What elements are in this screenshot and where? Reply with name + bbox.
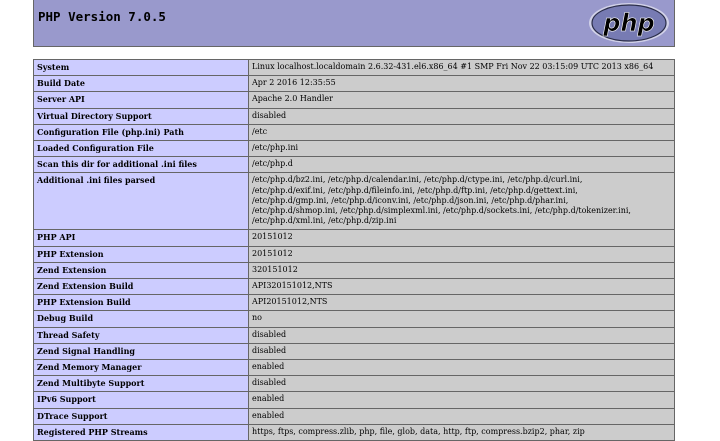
row-label: Scan this dir for additional .ini files	[33, 156, 249, 174]
table-row: Server API Apache 2.0 Handler	[33, 91, 675, 109]
row-value: Apr 2 2016 12:35:55	[248, 75, 675, 93]
row-value: disabled	[248, 342, 675, 361]
table-row: Virtual Directory Support disabled	[33, 107, 675, 125]
row-label: Zend Memory Manager	[33, 359, 249, 377]
row-label: Server API	[33, 91, 249, 109]
row-value: 20151012	[248, 229, 675, 247]
table-row: System Linux localhost.localdomain 2.6.32…	[33, 58, 675, 77]
table-row: PHP Extension 20151012	[33, 245, 675, 263]
table-row: Registered PHP Streams https, ftps, compr…	[33, 423, 675, 441]
table-row: Loaded Configuration File/etc/php.ini	[33, 140, 675, 158]
row-label: Thread Safety	[33, 326, 249, 344]
row-value: disabled	[248, 107, 675, 125]
php-logo: php	[589, 3, 669, 43]
row-label: PHP API	[33, 229, 249, 247]
table-row: Zend Extension 320151012	[33, 261, 675, 280]
version-header: PHP Version 7.0.5 php	[33, 0, 675, 47]
table-row: Zend Signal Handling disabled	[33, 342, 675, 361]
table-row: Zend Multibyte Support disabled	[33, 375, 675, 393]
ini-file-line: /etc/php.d/xml.ini, /etc/php.d/zip.ini	[252, 216, 397, 226]
row-label: Debug Build	[33, 310, 249, 328]
row-label: Zend Extension Build	[33, 278, 249, 296]
table-row: IPv6 Support enabled	[33, 391, 675, 409]
row-label: Build Date	[33, 75, 249, 93]
table-row: DTrace Support enabled	[33, 407, 675, 425]
row-label: System	[33, 58, 249, 77]
table-row: Debug Build no	[33, 310, 675, 328]
row-label: DTrace Support	[33, 407, 249, 425]
table-row: Zend Extension Build API320151012,NTS	[33, 278, 675, 296]
row-value: API320151012,NTS	[248, 278, 675, 296]
row-label: PHP Extension	[33, 245, 249, 263]
row-value: disabled	[248, 375, 675, 393]
row-value: enabled	[248, 359, 675, 377]
row-value: enabled	[248, 407, 675, 425]
row-value: no	[248, 310, 675, 328]
row-value: /etc/php.d/bz2.ini, /etc/php.d/calendar.…	[248, 172, 675, 231]
row-value: 20151012	[248, 245, 675, 263]
table-row: Additional .ini files parsed/etc/php.d/b…	[33, 172, 675, 231]
row-label: Additional .ini files parsed	[33, 172, 249, 231]
row-value: Linux localhost.localdomain 2.6.32-431.e…	[248, 58, 675, 77]
row-value: API20151012,NTS	[248, 294, 675, 312]
row-value: 320151012	[248, 261, 675, 280]
row-value: enabled	[248, 391, 675, 409]
row-value: /etc/php.d	[248, 156, 675, 174]
table-row: Configuration File (php.ini) Path/etc	[33, 123, 675, 142]
row-label: IPv6 Support	[33, 391, 249, 409]
row-label: Zend Extension	[33, 261, 249, 280]
ini-file-line: /etc/php.d/bz2.ini, /etc/php.d/calendar.…	[252, 175, 583, 185]
row-label: Configuration File (php.ini) Path	[33, 123, 249, 142]
table-row: PHP Extension Build API20151012,NTS	[33, 294, 675, 312]
row-value: https, ftps, compress.zlib, php, file, g…	[248, 423, 675, 441]
row-value: /etc	[248, 123, 675, 142]
info-table: System Linux localhost.localdomain 2.6.32…	[33, 58, 675, 441]
page-title: PHP Version 7.0.5	[38, 9, 166, 24]
row-label: Virtual Directory Support	[33, 107, 249, 125]
table-row: PHP API 20151012	[33, 229, 675, 247]
table-row: Build Date Apr 2 2016 12:35:55	[33, 75, 675, 93]
ini-file-line: /etc/php.d/gmp.ini, /etc/php.d/iconv.ini…	[252, 195, 569, 205]
table-row: Zend Memory Manager enabled	[33, 359, 675, 377]
php-logo-text: php	[602, 9, 654, 37]
row-value: disabled	[248, 326, 675, 344]
row-label: Loaded Configuration File	[33, 140, 249, 158]
row-label: Registered PHP Streams	[33, 423, 249, 441]
row-label: Zend Multibyte Support	[33, 375, 249, 393]
table-row: Scan this dir for additional .ini files /…	[33, 156, 675, 174]
ini-file-line: /etc/php.d/exif.ini, /etc/php.d/fileinfo…	[252, 185, 578, 195]
phpinfo-page: PHP Version 7.0.5 php System Linux localh…	[33, 0, 675, 441]
ini-file-line: /etc/php.d/shmop.ini, /etc/php.d/simplex…	[252, 206, 631, 216]
table-row: Thread Safety disabled	[33, 326, 675, 344]
row-value: Apache 2.0 Handler	[248, 91, 675, 109]
row-label: Zend Signal Handling	[33, 342, 249, 361]
row-value: /etc/php.ini	[248, 140, 675, 158]
row-label: PHP Extension Build	[33, 294, 249, 312]
